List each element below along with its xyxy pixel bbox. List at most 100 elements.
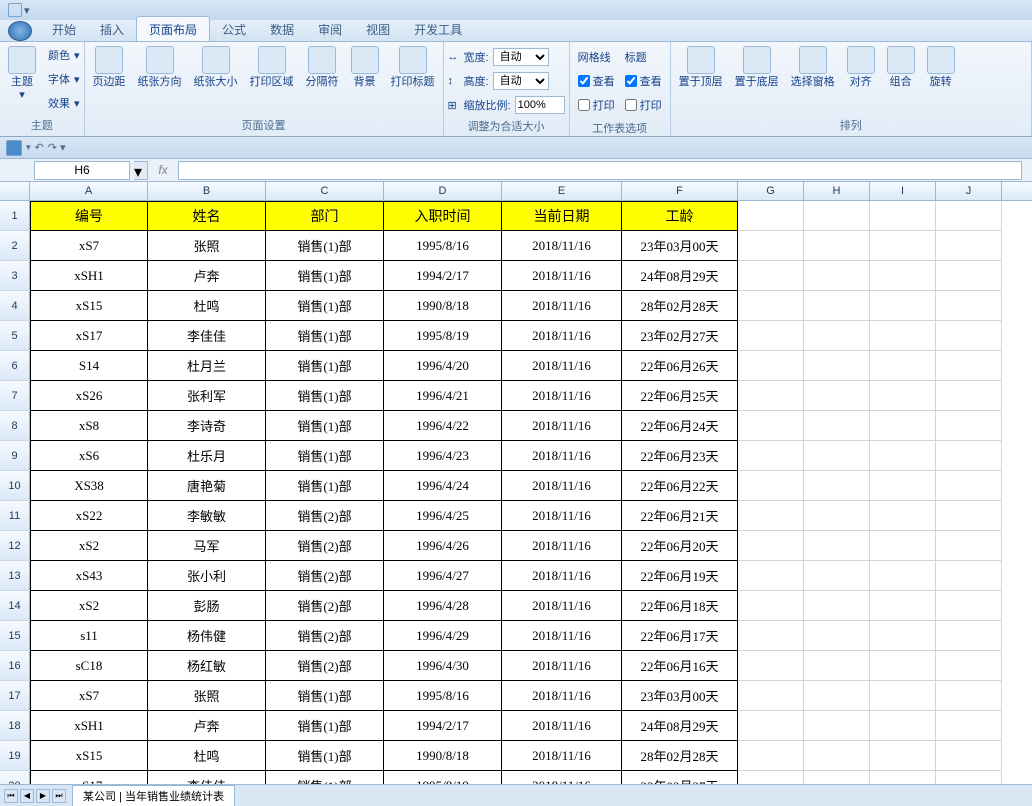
cell[interactable] [738,591,804,621]
cell[interactable]: 李敏敏 [148,501,266,531]
cell[interactable]: 23年02月27天 [622,771,738,784]
save-icon[interactable] [6,140,22,156]
cell[interactable] [870,711,936,741]
cell[interactable]: 2018/11/16 [502,441,622,471]
cell[interactable] [936,441,1002,471]
row-header[interactable]: 16 [0,651,30,681]
cell[interactable]: 23年02月27天 [622,321,738,351]
sheet-nav[interactable]: ⏮◀▶⏭ [0,789,70,803]
cell[interactable]: 22年06月18天 [622,591,738,621]
cell[interactable]: 1996/4/29 [384,621,502,651]
tab-formula[interactable]: 公式 [210,17,258,41]
cell[interactable] [870,471,936,501]
cell[interactable] [738,651,804,681]
cell[interactable] [870,381,936,411]
row-header[interactable]: 14 [0,591,30,621]
cell[interactable]: 1995/8/19 [384,321,502,351]
col-header-B[interactable]: B [148,182,266,200]
cell[interactable]: XS38 [30,471,148,501]
cell[interactable] [738,351,804,381]
cell[interactable]: 编号 [30,201,148,231]
cell[interactable] [738,261,804,291]
cell[interactable] [804,201,870,231]
cell[interactable]: 销售(1)部 [266,681,384,711]
tab-start[interactable]: 开始 [40,17,88,41]
grid-print-check[interactable]: 打印 [578,97,615,113]
cell[interactable]: 销售(1)部 [266,351,384,381]
row-header[interactable]: 7 [0,381,30,411]
cell[interactable]: xS17 [30,321,148,351]
cell[interactable] [738,771,804,784]
cell[interactable] [804,321,870,351]
cell[interactable]: 1996/4/20 [384,351,502,381]
cell[interactable] [738,531,804,561]
cell[interactable] [738,381,804,411]
cell[interactable]: 张照 [148,681,266,711]
print-area-button[interactable]: 打印区域 [246,44,298,91]
cell[interactable] [738,501,804,531]
effects-button[interactable]: 效果 [48,95,70,111]
cell[interactable]: 1994/2/17 [384,711,502,741]
cell[interactable]: 销售(1)部 [266,411,384,441]
cell[interactable]: xS8 [30,411,148,441]
cell[interactable]: 22年06月26天 [622,351,738,381]
cell[interactable] [804,411,870,441]
cell[interactable]: 2018/11/16 [502,681,622,711]
cell[interactable] [738,201,804,231]
cell[interactable] [870,771,936,784]
cell[interactable] [804,471,870,501]
cell[interactable]: 2018/11/16 [502,741,622,771]
cell[interactable] [738,231,804,261]
cell[interactable]: 1994/2/17 [384,261,502,291]
cell[interactable] [870,681,936,711]
cell[interactable] [870,321,936,351]
cell[interactable] [936,771,1002,784]
cell[interactable]: 2018/11/16 [502,351,622,381]
cell[interactable] [738,621,804,651]
fx-icon[interactable]: fx [154,163,172,177]
cell[interactable] [738,741,804,771]
cell[interactable]: sC18 [30,651,148,681]
row-header[interactable]: 9 [0,441,30,471]
cell[interactable] [936,321,1002,351]
cell[interactable]: 1996/4/27 [384,561,502,591]
cell[interactable] [804,771,870,784]
cell[interactable]: xS2 [30,591,148,621]
cell[interactable] [870,291,936,321]
cell[interactable]: 1996/4/23 [384,441,502,471]
cell[interactable]: 张利军 [148,381,266,411]
cell[interactable]: 1996/4/21 [384,381,502,411]
cell[interactable] [738,471,804,501]
cell[interactable]: 23年03月00天 [622,231,738,261]
row-header[interactable]: 6 [0,351,30,381]
row-header[interactable]: 18 [0,711,30,741]
cell[interactable]: 1990/8/18 [384,291,502,321]
cell[interactable] [870,411,936,441]
size-button[interactable]: 纸张大小 [190,44,242,91]
cell[interactable]: 杨红敏 [148,651,266,681]
cell[interactable] [804,711,870,741]
cell[interactable] [804,381,870,411]
cell[interactable] [804,591,870,621]
cell[interactable] [804,291,870,321]
cell[interactable]: xS26 [30,381,148,411]
cell[interactable] [804,231,870,261]
cell[interactable]: 销售(1)部 [266,471,384,501]
cell[interactable] [936,711,1002,741]
cell[interactable]: 杨伟健 [148,621,266,651]
cell[interactable] [870,561,936,591]
cell[interactable] [936,351,1002,381]
cell[interactable]: xS43 [30,561,148,591]
cell[interactable]: xS22 [30,501,148,531]
cell[interactable] [804,441,870,471]
cell[interactable] [738,561,804,591]
send-back-button[interactable]: 置于底层 [731,44,783,91]
cell[interactable]: 杜月兰 [148,351,266,381]
cell[interactable]: 销售(1)部 [266,711,384,741]
cell[interactable] [936,501,1002,531]
cell[interactable] [870,351,936,381]
formula-input[interactable] [178,161,1022,180]
height-select[interactable]: 自动 [493,72,549,90]
cell[interactable]: 2018/11/16 [502,561,622,591]
select-all-corner[interactable] [0,182,30,200]
